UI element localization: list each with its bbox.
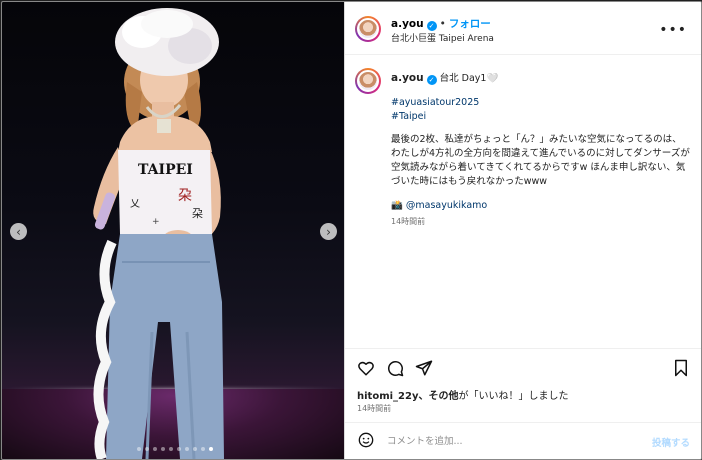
comment-input[interactable] <box>385 431 619 451</box>
likes-others-link[interactable]: 、その他 <box>418 391 458 402</box>
caption-text: 最後の2枚、私達がちょっと「ん？」みたいな空気になってるのは、わたしが4方礼の全… <box>391 134 690 187</box>
carousel-dot <box>137 447 141 451</box>
carousel-dot <box>193 447 197 451</box>
location-link[interactable]: 台北小巨蛋 Taipei Arena <box>391 31 494 44</box>
verified-badge-icon: ✓ <box>426 21 437 31</box>
performer-photo: TAIPEI 朶 乂 朶 + <box>93 8 224 459</box>
username-link[interactable]: a.you <box>391 18 424 30</box>
follow-button[interactable]: フォロー <box>449 18 491 30</box>
caption-title-row: a.you ✓ 台北 Day1🤍 <box>391 71 691 86</box>
svg-text:朶: 朶 <box>192 207 203 220</box>
camera-icon: 📸 <box>391 200 403 211</box>
post-time: 14時間前 <box>357 404 392 413</box>
carousel-dot <box>201 447 205 451</box>
separator-dot: • <box>439 18 446 30</box>
carousel-dot <box>145 447 149 451</box>
bookmark-icon[interactable] <box>672 359 690 377</box>
carousel-dot <box>153 447 157 451</box>
instagram-post-modal: TAIPEI 朶 乂 朶 + ‹ › a.you ✓ • フォロー 台北小巨蛋 … <box>1 1 702 460</box>
caption-username-link[interactable]: a.you <box>391 72 424 84</box>
emoji-icon[interactable] <box>358 432 374 448</box>
caption-time: 14時間前 <box>391 217 426 226</box>
carousel-dot-active <box>209 447 213 451</box>
post-details-panel: a.you ✓ • フォロー 台北小巨蛋 Taipei Arena ••• a.you… <box>344 2 701 459</box>
likes-user-link[interactable]: hitomi_22y <box>357 391 418 402</box>
heart-icon[interactable] <box>357 359 375 377</box>
carousel-dot <box>161 447 165 451</box>
avatar[interactable] <box>355 16 381 42</box>
share-icon[interactable] <box>415 359 433 377</box>
credit-mention-link[interactable]: @masayukikamo <box>406 200 487 211</box>
caption-title: 台北 Day1🤍 <box>439 73 499 84</box>
header-divider <box>345 54 701 55</box>
hashtag-link[interactable]: #Taipei <box>391 110 691 124</box>
carousel-dot <box>185 447 189 451</box>
svg-text:乂: 乂 <box>130 199 140 210</box>
svg-text:+: + <box>152 217 160 227</box>
header-username-row: a.you ✓ • フォロー <box>391 16 491 31</box>
actions-divider <box>345 348 701 349</box>
post-media[interactable]: TAIPEI 朶 乂 朶 + ‹ › <box>2 2 344 459</box>
carousel-dot <box>169 447 173 451</box>
likes-text: が「いいね！」しました <box>458 391 569 402</box>
hashtag-link[interactable]: #ayuasiatour2025 <box>391 96 691 110</box>
verified-badge-icon: ✓ <box>426 75 437 85</box>
post-header: a.you ✓ • フォロー 台北小巨蛋 Taipei Arena ••• <box>355 14 695 48</box>
action-bar <box>357 359 692 379</box>
carousel-indicator <box>137 447 213 451</box>
shirt-print-text: TAIPEI <box>138 162 193 178</box>
next-slide-button[interactable]: › <box>320 223 337 240</box>
comment-icon[interactable] <box>386 359 404 377</box>
previous-slide-button[interactable]: ‹ <box>10 223 27 240</box>
more-options-icon[interactable]: ••• <box>659 22 687 38</box>
caption-body: a.you ✓ 台北 Day1🤍 #ayuasiatour2025 #Taipei… <box>391 71 691 229</box>
avatar[interactable] <box>355 68 381 94</box>
svg-text:朶: 朶 <box>178 188 192 204</box>
post-comment-button[interactable]: 投稿する <box>652 435 690 449</box>
carousel-dot <box>177 447 181 451</box>
photo-credit: 📸 @masayukikamo <box>391 199 691 213</box>
hashtag-list: #ayuasiatour2025 #Taipei <box>391 96 691 124</box>
likes-summary: hitomi_22y、その他が「いいね！」しました <box>357 387 568 402</box>
comment-bar: 投稿する <box>345 422 701 459</box>
